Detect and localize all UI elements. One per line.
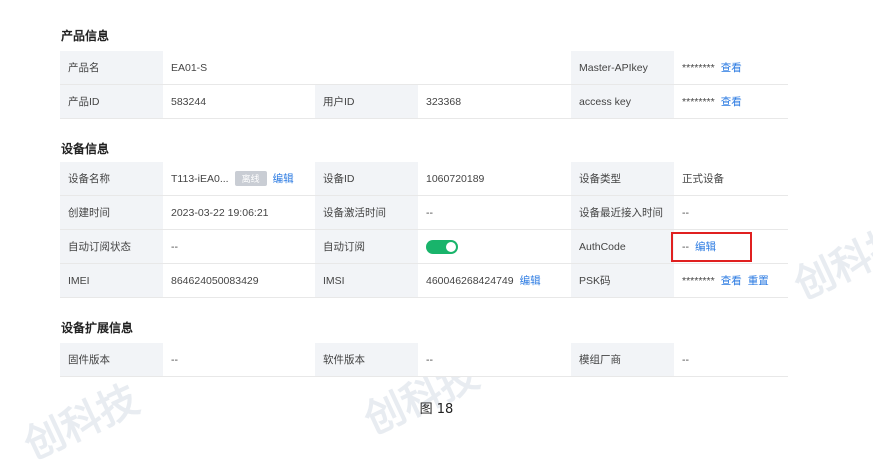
user-id-label: 用户ID: [315, 84, 418, 119]
product-name-value: EA01-S: [163, 51, 572, 85]
edit-imsi-link[interactable]: 编辑: [520, 275, 541, 287]
status-badge: 离线: [234, 171, 267, 186]
device-name-value: T113-iEA0...: [171, 173, 229, 185]
software-value: --: [418, 343, 571, 377]
ext-info-title: 设备扩展信息: [61, 321, 134, 335]
watermark: 创科技: [17, 376, 146, 469]
access-key-cell: ******** 查看: [674, 84, 789, 119]
table-row: 固件版本 -- 软件版本 -- 模组厂商 --: [60, 343, 788, 377]
created-time-value: 2023-03-22 19:06:21: [163, 195, 315, 230]
device-info-table: 设备名称 T113-iEA0... 离线 编辑 设备ID 1060720189 设备…: [60, 162, 788, 298]
product-info-title: 产品信息: [61, 29, 110, 43]
psk-label: PSK码: [571, 263, 674, 298]
device-name-cell: T113-iEA0... 离线 编辑: [163, 162, 315, 196]
device-type-label: 设备类型: [571, 162, 674, 196]
user-id-value: 323368: [418, 84, 572, 119]
authcode-label: AuthCode: [571, 229, 674, 264]
auto-sub-cell: [418, 229, 571, 264]
imei-value: 864624050083429: [163, 263, 315, 298]
product-info-table: 产品名 EA01-S Master-APIkey ******** 查看 产品ID…: [60, 51, 789, 119]
device-type-value: 正式设备: [674, 162, 788, 196]
access-key-value: ********: [682, 96, 715, 108]
auto-sub-label: 自动订阅: [315, 229, 418, 264]
master-apikey-value: ********: [682, 62, 715, 74]
table-row: 产品名 EA01-S Master-APIkey ******** 查看: [60, 51, 789, 85]
product-id-value: 583244: [163, 84, 315, 119]
view-master-apikey-link[interactable]: 查看: [721, 62, 742, 74]
auto-sub-status-value: --: [163, 229, 315, 264]
device-id-value: 1060720189: [418, 162, 571, 196]
firmware-label: 固件版本: [60, 343, 163, 377]
activated-time-value: --: [418, 195, 571, 230]
device-info-title: 设备信息: [61, 142, 110, 156]
activated-time-label: 设备激活时间: [315, 195, 418, 230]
imei-label: IMEI: [60, 263, 163, 298]
table-row: 设备名称 T113-iEA0... 离线 编辑 设备ID 1060720189 设备…: [60, 162, 788, 196]
module-vendor-value: --: [674, 343, 788, 377]
imsi-label: IMSI: [315, 263, 418, 298]
auto-sub-status-label: 自动订阅状态: [60, 229, 163, 264]
module-vendor-label: 模组厂商: [571, 343, 674, 377]
ext-info-table: 固件版本 -- 软件版本 -- 模组厂商 --: [60, 343, 788, 377]
product-id-label: 产品ID: [60, 84, 163, 119]
table-row: 创建时间 2023-03-22 19:06:21 设备激活时间 -- 设备最近接…: [60, 195, 788, 230]
last-access-label: 设备最近接入时间: [571, 195, 674, 230]
toggle-knob: [446, 241, 456, 252]
edit-device-name-link[interactable]: 编辑: [273, 173, 294, 185]
product-name-label: 产品名: [60, 51, 163, 85]
device-id-label: 设备ID: [315, 162, 418, 196]
imsi-value: 460046268424749: [426, 275, 514, 287]
firmware-value: --: [163, 343, 315, 377]
table-row: 产品ID 583244 用户ID 323368 access key *****…: [60, 84, 789, 119]
figure-caption: 图 18: [419, 402, 454, 417]
master-apikey-cell: ******** 查看: [674, 51, 789, 85]
auto-sub-toggle[interactable]: [426, 239, 458, 254]
authcode-highlight-box: [671, 232, 752, 262]
reset-psk-link[interactable]: 重置: [748, 275, 769, 287]
master-apikey-label: Master-APIkey: [571, 51, 675, 85]
psk-cell: ******** 查看 重置: [674, 263, 788, 298]
psk-value: ********: [682, 275, 715, 287]
imsi-cell: 460046268424749 编辑: [418, 263, 571, 298]
access-key-label: access key: [571, 84, 675, 119]
table-row: IMEI 864624050083429 IMSI 46004626842474…: [60, 263, 788, 298]
view-psk-link[interactable]: 查看: [721, 275, 742, 287]
last-access-value: --: [674, 195, 788, 230]
watermark: 创科技: [787, 216, 873, 309]
software-label: 软件版本: [315, 343, 418, 377]
created-time-label: 创建时间: [60, 195, 163, 230]
device-name-label: 设备名称: [60, 162, 163, 196]
view-access-key-link[interactable]: 查看: [721, 96, 742, 108]
